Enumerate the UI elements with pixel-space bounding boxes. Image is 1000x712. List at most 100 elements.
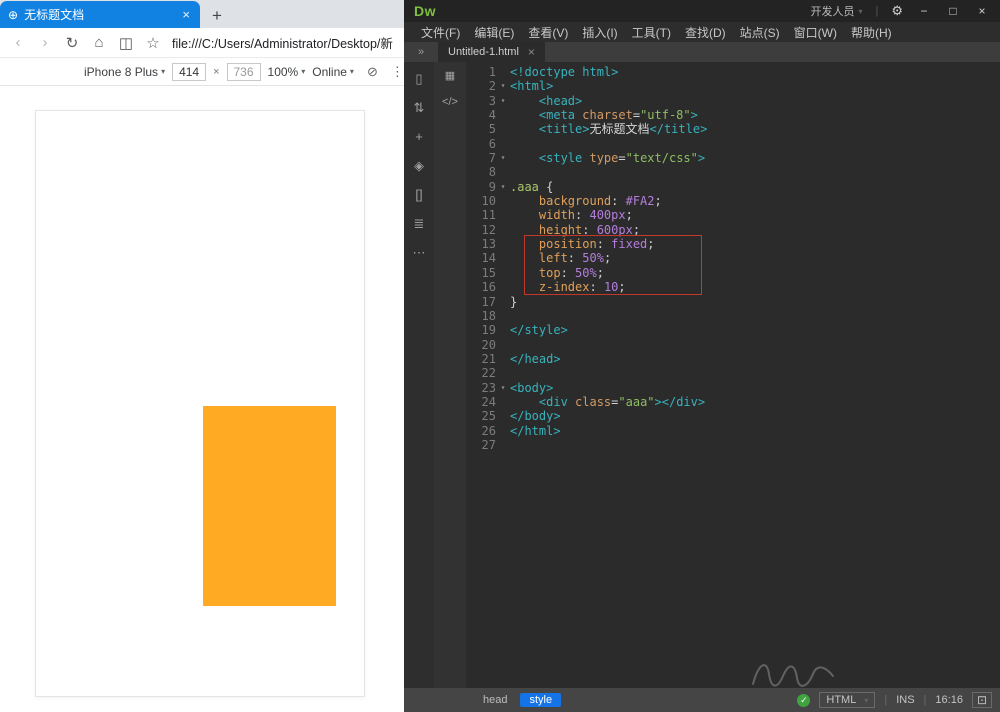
gear-icon[interactable]: ⚙ <box>891 3 903 19</box>
realtime-preview-icon[interactable]: ⊡ <box>972 692 992 708</box>
no-throttling-icon[interactable]: ⊘ <box>367 64 378 80</box>
line-number: 19 <box>466 323 496 337</box>
code-line-10[interactable]: 10 background: #FA2; <box>466 194 1000 208</box>
close-button[interactable]: × <box>974 4 990 18</box>
document-tab-label: Untitled-1.html <box>448 46 519 58</box>
code-line-3[interactable]: 3▾ <head> <box>466 94 1000 108</box>
code-line-4[interactable]: 4 <meta charset="utf-8"> <box>466 108 1000 122</box>
reload-icon[interactable]: ↻ <box>60 34 84 52</box>
style-brush-icon[interactable]: ◈ <box>414 159 424 173</box>
device-width-input[interactable] <box>172 63 206 81</box>
code-line-1[interactable]: 1<!doctype html> <box>466 65 1000 79</box>
document-tab-close-icon[interactable]: × <box>528 45 535 59</box>
menu-item-2[interactable]: 查看(V) <box>521 24 575 41</box>
dw-toolbar-rail: ▯ ⇅ + ◈ [] ≣ ⋯ <box>404 62 434 688</box>
fold-arrow-icon[interactable]: ▾ <box>496 180 510 194</box>
menu-item-4[interactable]: 工具(T) <box>625 24 678 41</box>
code-line-5[interactable]: 5 <title>无标题文档</title> <box>466 122 1000 136</box>
reading-mode-icon[interactable]: ◫ <box>114 34 138 52</box>
insert-icon[interactable]: + <box>415 130 423 144</box>
code-line-21[interactable]: 21</head> <box>466 352 1000 366</box>
maximize-button[interactable]: □ <box>945 4 961 18</box>
device-height-input[interactable] <box>227 63 261 81</box>
code-line-16[interactable]: 16 z-index: 10; <box>466 280 1000 294</box>
tab-close-icon[interactable]: × <box>180 7 192 22</box>
status-tag-style[interactable]: style <box>520 693 561 707</box>
new-document-icon[interactable]: ▯ <box>415 72 422 86</box>
line-number: 14 <box>466 251 496 265</box>
status-tag-head[interactable]: head <box>474 693 516 707</box>
code-line-27[interactable]: 27 <box>466 438 1000 452</box>
menu-item-7[interactable]: 窗口(W) <box>787 24 844 41</box>
code-line-7[interactable]: 7▾ <style type="text/css"> <box>466 151 1000 165</box>
selection-icon[interactable]: [] <box>415 188 422 202</box>
code-line-15[interactable]: 15 top: 50%; <box>466 266 1000 280</box>
doc-type-select[interactable]: HTML ▾ <box>819 692 875 708</box>
code-line-8[interactable]: 8 <box>466 165 1000 179</box>
layers-icon[interactable]: ≣ <box>414 217 425 231</box>
bookmark-star-icon[interactable]: ☆ <box>141 34 165 52</box>
fold-arrow-icon[interactable]: ▾ <box>496 381 510 395</box>
menu-item-6[interactable]: 站点(S) <box>733 24 787 41</box>
status-divider: | <box>884 694 887 706</box>
chevron-down-icon: ▾ <box>301 67 305 76</box>
dw-status-bar: head style ✓ HTML ▾ | INS | 16:16 ⊡ <box>404 688 1000 712</box>
line-number: 1 <box>466 65 496 79</box>
home-icon[interactable]: ⌂ <box>87 34 111 51</box>
fold-spacer <box>496 338 510 352</box>
lint-ok-icon: ✓ <box>797 694 810 707</box>
document-tab[interactable]: Untitled-1.html × <box>438 42 545 62</box>
code-line-26[interactable]: 26</html> <box>466 424 1000 438</box>
code-line-19[interactable]: 19</style> <box>466 323 1000 337</box>
sort-icon[interactable]: ⇅ <box>414 101 425 115</box>
code-line-2[interactable]: 2▾<html> <box>466 79 1000 93</box>
zoom-selector[interactable]: 100% ▾ <box>268 65 306 79</box>
menu-item-3[interactable]: 插入(I) <box>575 24 624 41</box>
workspace-switcher[interactable]: 开发人员 ▾ <box>810 3 862 19</box>
menu-item-5[interactable]: 查找(D) <box>678 24 733 41</box>
menu-item-8[interactable]: 帮助(H) <box>844 24 899 41</box>
code-line-14[interactable]: 14 left: 50%; <box>466 251 1000 265</box>
menu-item-0[interactable]: 文件(F) <box>414 24 467 41</box>
code-line-20[interactable]: 20 <box>466 338 1000 352</box>
code-editor[interactable]: 1<!doctype html>2▾<html>3▾ <head>4 <meta… <box>466 62 1000 688</box>
code-line-18[interactable]: 18 <box>466 309 1000 323</box>
tab-title: 无标题文档 <box>24 6 180 23</box>
code-line-24[interactable]: 24 <div class="aaa"></div> <box>466 395 1000 409</box>
line-number: 2 <box>466 79 496 93</box>
fold-arrow-icon[interactable]: ▾ <box>496 151 510 165</box>
device-selector[interactable]: iPhone 8 Plus ▾ <box>84 65 165 79</box>
code-text: .aaa { <box>510 180 553 194</box>
code-line-23[interactable]: 23▾<body> <box>466 381 1000 395</box>
network-value: Online <box>312 65 347 79</box>
more-tools-icon[interactable]: ⋯ <box>413 246 426 260</box>
panel-overflow-icon[interactable]: » <box>404 42 438 62</box>
more-options-icon[interactable]: ⋮ <box>391 64 404 80</box>
code-line-22[interactable]: 22 <box>466 366 1000 380</box>
forward-icon[interactable]: › <box>33 34 57 51</box>
fold-arrow-icon[interactable]: ▾ <box>496 79 510 93</box>
line-number: 12 <box>466 223 496 237</box>
snippets-panel-icon[interactable]: </> <box>442 95 458 109</box>
code-line-25[interactable]: 25</body> <box>466 409 1000 423</box>
code-line-11[interactable]: 11 width: 400px; <box>466 208 1000 222</box>
menu-item-1[interactable]: 编辑(E) <box>467 24 521 41</box>
code-line-6[interactable]: 6 <box>466 137 1000 151</box>
fold-spacer <box>496 280 510 294</box>
dom-panel-icon[interactable]: ▦ <box>445 69 455 83</box>
line-number: 11 <box>466 208 496 222</box>
back-icon[interactable]: ‹ <box>6 34 30 51</box>
code-line-9[interactable]: 9▾.aaa { <box>466 180 1000 194</box>
new-tab-button[interactable]: + <box>212 7 222 24</box>
code-line-13[interactable]: 13 position: fixed; <box>466 237 1000 251</box>
fold-arrow-icon[interactable]: ▾ <box>496 94 510 108</box>
browser-tab[interactable]: ⊕ 无标题文档 × <box>0 1 200 28</box>
address-bar[interactable]: file:///C:/Users/Administrator/Desktop/新 <box>172 33 398 52</box>
minimize-button[interactable]: − <box>916 4 932 18</box>
network-selector[interactable]: Online ▾ <box>312 65 354 79</box>
code-line-17[interactable]: 17} <box>466 295 1000 309</box>
fold-spacer <box>496 438 510 452</box>
line-number: 3 <box>466 94 496 108</box>
workspace-name: 开发人员 <box>810 3 854 19</box>
code-line-12[interactable]: 12 height: 600px; <box>466 223 1000 237</box>
